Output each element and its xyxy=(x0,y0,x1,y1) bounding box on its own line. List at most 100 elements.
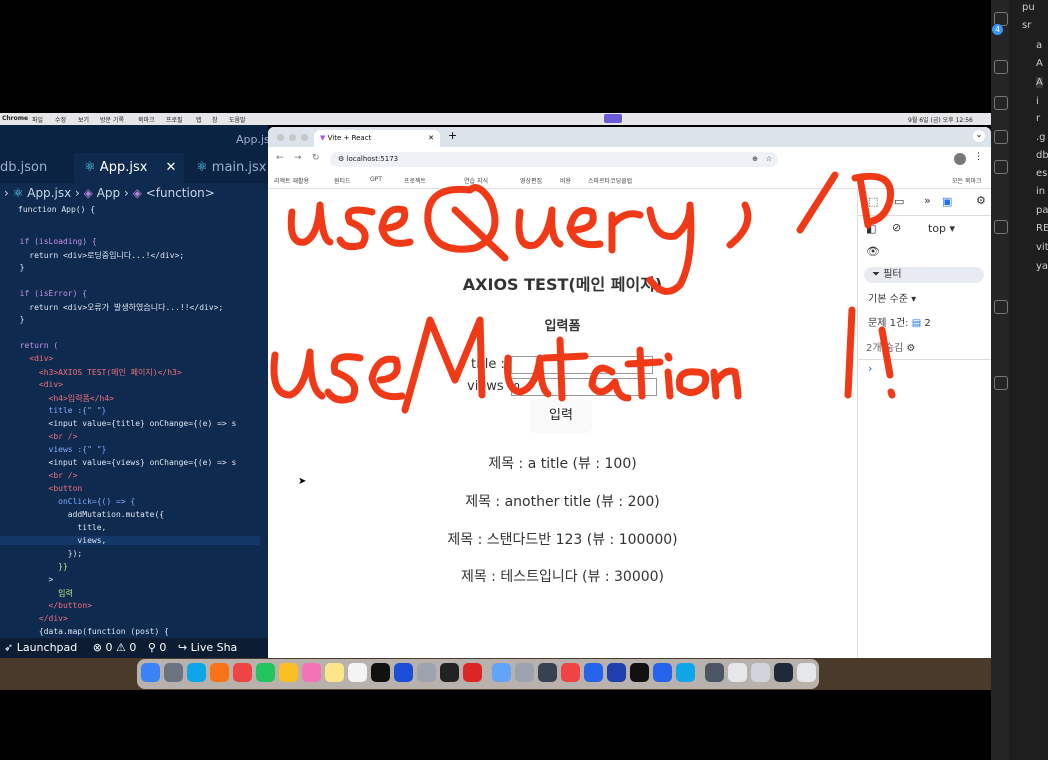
calendar-icon[interactable] xyxy=(348,663,367,682)
menu-item[interactable]: 보기 xyxy=(78,115,89,124)
menu-item[interactable]: 프로필 xyxy=(166,115,183,124)
tree-item[interactable]: ya xyxy=(1036,261,1048,272)
tree-item[interactable]: es xyxy=(1036,168,1047,179)
menu-item[interactable]: 파일 xyxy=(32,115,43,124)
bookmark[interactable]: 프로젝트 xyxy=(404,176,426,185)
shortcuts-icon[interactable] xyxy=(584,663,603,682)
launchpad-label[interactable]: Launchpad xyxy=(17,641,78,654)
site-info-icon[interactable]: ⚙ xyxy=(338,155,344,163)
menu-item[interactable]: 수정 xyxy=(55,115,66,124)
code-line[interactable]: <h4>입력폼</h4> xyxy=(10,393,114,404)
code-line[interactable]: return ( xyxy=(10,341,59,350)
filter-input[interactable]: ⏷ 필터 xyxy=(864,267,984,283)
back-icon[interactable]: ← xyxy=(276,153,284,163)
tree-item[interactable]: vit xyxy=(1036,242,1048,253)
bookmark[interactable]: 원티드 xyxy=(334,176,351,185)
forward-icon[interactable]: → xyxy=(294,153,302,163)
minimize-window-dot[interactable] xyxy=(289,134,296,141)
zoom-icon[interactable] xyxy=(653,663,672,682)
problems-count[interactable]: 0 xyxy=(105,641,112,654)
document-icon[interactable] xyxy=(751,663,770,682)
issues-link[interactable]: 문제 1건: ▤ 2 xyxy=(868,314,931,329)
tree-item[interactable]: sr xyxy=(1022,20,1031,31)
submit-button[interactable]: 입력 xyxy=(530,399,592,433)
vscode-icon[interactable] xyxy=(676,663,695,682)
code-line[interactable]: <input value={views} onChange={(e) => s xyxy=(10,458,237,467)
code-line[interactable]: }); xyxy=(10,549,82,558)
inspect-icon[interactable]: ⬚ xyxy=(868,195,878,208)
breadcrumb-item[interactable]: <function> xyxy=(146,186,215,200)
code-line[interactable]: <div> xyxy=(10,354,53,363)
address-bar[interactable]: ⚙ localhost:5173 ⊕ ☆ xyxy=(330,152,778,167)
chrome-icon[interactable] xyxy=(233,663,252,682)
messages-icon[interactable] xyxy=(256,663,275,682)
code-line[interactable]: title, xyxy=(10,523,106,532)
tree-item[interactable]: pu xyxy=(1022,2,1035,13)
code-line[interactable]: return <div>로딩중입니다...!</div>; xyxy=(10,250,184,261)
bookmark[interactable]: 연습 지식 xyxy=(464,176,488,185)
bookmark[interactable]: 스파르타코딩클럽 xyxy=(588,176,632,185)
star-icon[interactable]: ☆ xyxy=(766,152,772,167)
word-icon[interactable] xyxy=(607,663,626,682)
chevron-right-icon[interactable]: › xyxy=(868,362,872,375)
avatar[interactable] xyxy=(954,153,966,165)
menu-item[interactable]: 북마크 xyxy=(138,115,155,124)
folder-icon[interactable] xyxy=(705,663,724,682)
log-level-select[interactable]: 기본 수준 ▾ xyxy=(868,290,916,305)
warnings-count[interactable]: 0 xyxy=(129,641,136,654)
code-line[interactable]: </button> xyxy=(10,601,92,610)
iterm-icon[interactable] xyxy=(440,663,459,682)
preview-icon[interactable] xyxy=(492,663,511,682)
all-bookmarks[interactable]: 모든 북마크 xyxy=(952,176,982,185)
views-input[interactable] xyxy=(511,378,657,396)
new-tab-icon[interactable]: + xyxy=(448,129,457,142)
clear-console-icon[interactable]: ⊘ xyxy=(892,221,901,234)
tab-db-json[interactable]: db.json xyxy=(0,153,72,183)
remote-icon[interactable] xyxy=(994,376,1008,390)
trash-icon[interactable] xyxy=(797,663,816,682)
eye-icon[interactable]: 👁 xyxy=(866,245,880,258)
app-icon[interactable] xyxy=(630,663,649,682)
account-icon[interactable] xyxy=(994,60,1008,74)
menu-clock[interactable]: 9월 6일 (금) 오후 12:56 xyxy=(908,115,973,124)
code-line[interactable]: if (isError) { xyxy=(10,289,87,298)
tab-app-jsx[interactable]: ⚛ App.jsx ✕ xyxy=(74,153,184,183)
settings-app-icon[interactable] xyxy=(417,663,436,682)
code-line[interactable]: <input value={title} onChange={(e) => s xyxy=(10,419,237,428)
tree-item[interactable]: .g xyxy=(1036,132,1046,143)
ports-count[interactable]: 0 xyxy=(159,641,166,654)
code-line[interactable]: <h3>AXIOS TEST(메인 페이지)</h3> xyxy=(10,367,182,378)
code-line[interactable]: <br /> xyxy=(10,432,78,441)
app-icon[interactable] xyxy=(538,663,557,682)
more-icon[interactable]: ⋮ xyxy=(974,152,983,162)
terminal-icon[interactable] xyxy=(371,663,390,682)
code-line[interactable]: if (isLoading) { xyxy=(10,237,97,246)
tree-item[interactable]: r xyxy=(1036,113,1040,124)
gear-icon[interactable]: ⚙ xyxy=(976,194,986,207)
close-icon[interactable]: ✕ xyxy=(428,130,434,147)
code-line[interactable]: 입력 xyxy=(10,588,73,599)
code-line[interactable]: function App() { xyxy=(18,205,95,214)
tab-main-jsx[interactable]: ⚛ main.jsx xyxy=(186,153,268,183)
document-icon[interactable] xyxy=(728,663,747,682)
menu-app-name[interactable]: Chrome xyxy=(2,115,28,122)
screen-record-icon[interactable] xyxy=(604,114,622,123)
live-share-label[interactable]: Live Sha xyxy=(191,641,238,654)
code-line[interactable]: views :{" "} xyxy=(10,445,107,454)
reload-icon[interactable]: ↻ xyxy=(312,153,320,163)
firefox-icon[interactable] xyxy=(210,663,229,682)
bookmark[interactable]: 리액트 재활용 xyxy=(274,176,309,185)
app-store-icon[interactable] xyxy=(394,663,413,682)
tree-item[interactable]: RE xyxy=(1036,223,1048,234)
menu-item[interactable]: 도움말 xyxy=(229,115,246,124)
code-line[interactable]: {data.map(function (post) { xyxy=(10,627,169,636)
code-line[interactable]: <button xyxy=(10,484,83,493)
menu-item[interactable]: 탭 xyxy=(196,115,202,124)
breadcrumb-item[interactable]: App xyxy=(97,186,120,200)
maximize-window-dot[interactable] xyxy=(301,134,308,141)
menu-item[interactable]: 창 xyxy=(212,115,218,124)
close-window-dot[interactable] xyxy=(277,134,284,141)
code-line[interactable]: > xyxy=(10,575,54,584)
music-icon[interactable] xyxy=(561,663,580,682)
photos-icon[interactable] xyxy=(302,663,321,682)
